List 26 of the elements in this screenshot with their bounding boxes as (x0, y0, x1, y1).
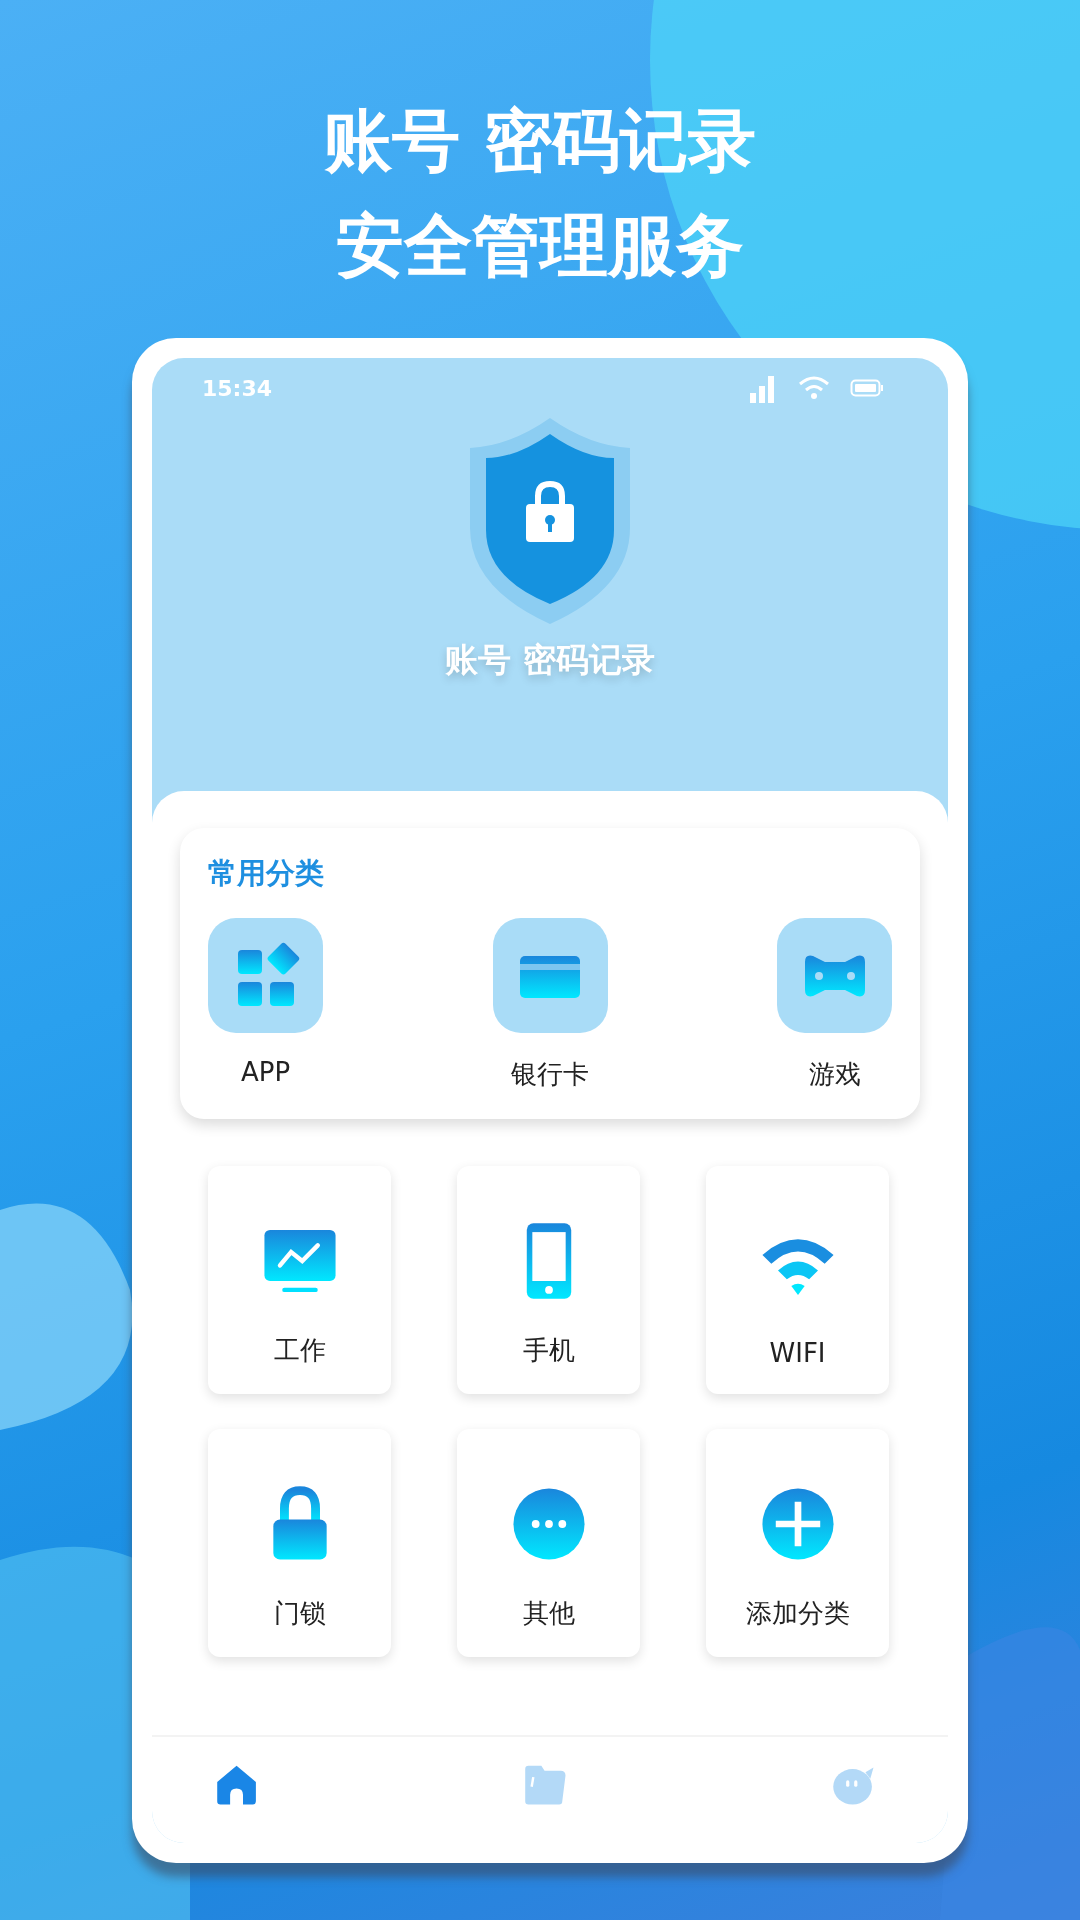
category-label: APP (240, 1057, 291, 1087)
wifi-icon (798, 375, 830, 401)
category-tile[interactable]: 手机 (457, 1166, 640, 1394)
status-time: 15:34 (202, 375, 274, 401)
section-title: 常用分类 (208, 855, 324, 892)
category-tile[interactable]: WIFI (706, 1166, 889, 1394)
headline: 账号 密码记录 (324, 100, 756, 182)
category-label: 手机 (522, 1334, 575, 1367)
category-label: 工作 (273, 1334, 326, 1367)
category-label: 门锁 (273, 1597, 326, 1630)
category-button[interactable] (492, 918, 608, 1033)
category-label: 其他 (522, 1597, 575, 1630)
category-tile[interactable]: 门锁 (208, 1429, 391, 1657)
category-button[interactable] (777, 918, 892, 1033)
category-label: 银行卡 (511, 1058, 589, 1091)
category-label: WIFI (769, 1338, 826, 1368)
battery-icon (850, 378, 884, 398)
category-tile[interactable]: 添加分类 (706, 1429, 889, 1657)
category-tile[interactable]: 其他 (457, 1429, 640, 1657)
headline: 安全管理服务 (336, 205, 744, 287)
shield-lock-icon (470, 418, 630, 624)
category-label: 添加分类 (745, 1597, 850, 1630)
app-title: 账号 密码记录 (445, 639, 655, 681)
category-tile[interactable]: 工作 (208, 1166, 391, 1394)
category-button[interactable] (208, 918, 323, 1033)
category-label: 游戏 (808, 1058, 861, 1091)
